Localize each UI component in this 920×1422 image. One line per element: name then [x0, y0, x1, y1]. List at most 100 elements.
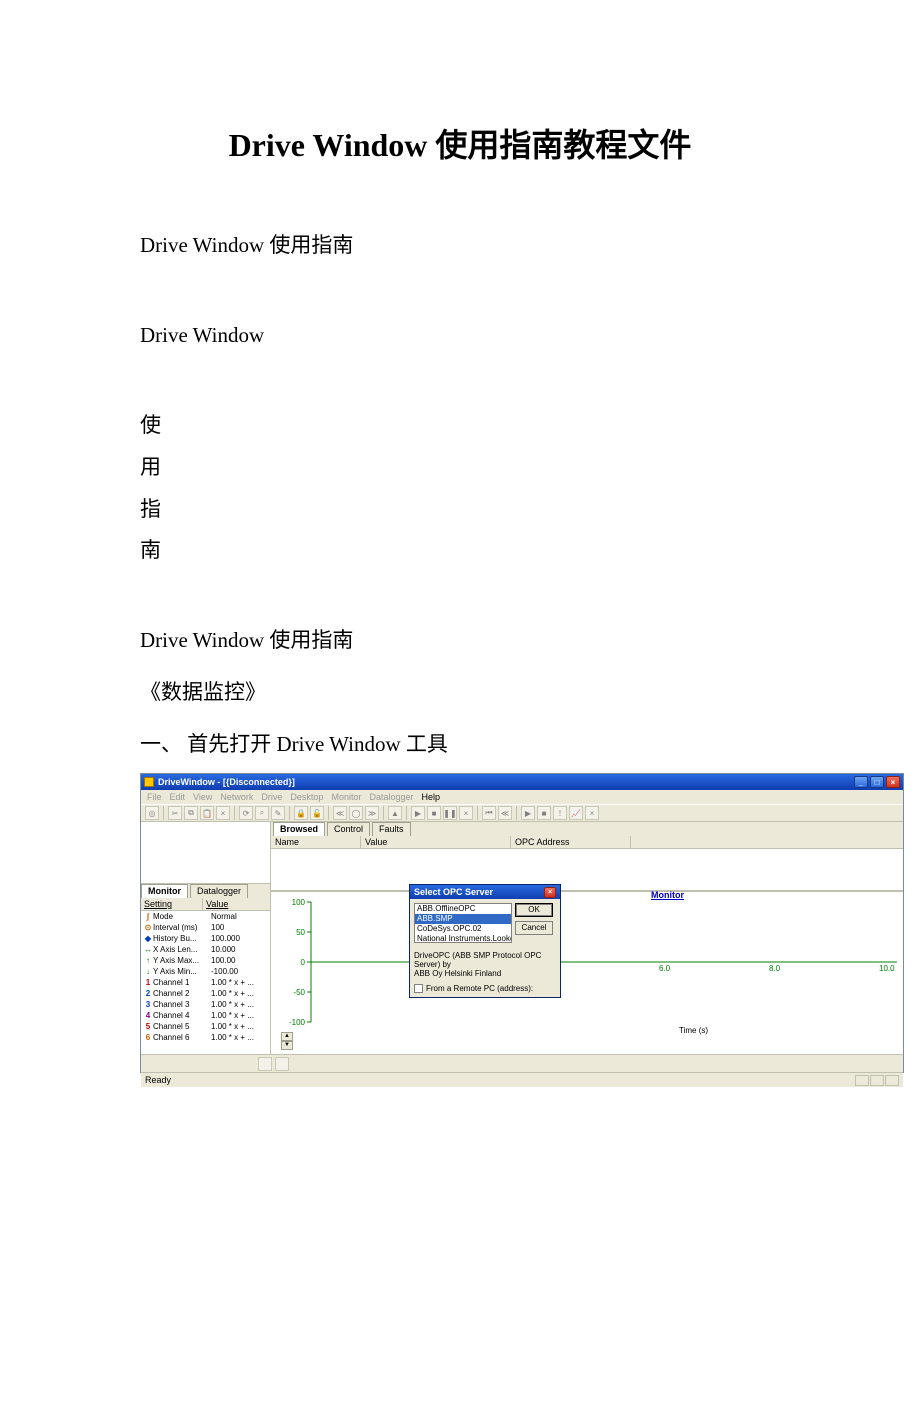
tb-find-icon[interactable]: ⌕	[255, 806, 269, 820]
dialog-title: Select OPC Server	[414, 887, 493, 897]
tb-paste-icon[interactable]: 📋	[200, 806, 214, 820]
settings-row[interactable]: ∫ModeNormal	[141, 911, 270, 922]
remote-pc-label: From a Remote PC (address):	[426, 984, 533, 993]
titlebar: DriveWindow - [{Disconnected}] _ □ ×	[141, 774, 903, 790]
status-box-2	[870, 1075, 884, 1086]
close-button[interactable]: ×	[886, 776, 900, 788]
menu-monitor[interactable]: Monitor	[331, 792, 361, 802]
bt-btn-1[interactable]	[258, 1057, 272, 1071]
settings-row[interactable]: ◆History Bu...100.000	[141, 933, 270, 944]
tab-monitor[interactable]: Monitor	[141, 884, 188, 898]
settings-row[interactable]: ⊙Interval (ms)100	[141, 922, 270, 933]
right-panel: Browsed Control Faults Name Value OPC Ad…	[271, 822, 903, 1054]
subtitle-2: Drive Window 使用指南	[140, 621, 820, 661]
settings-row[interactable]: 3Channel 31.00 * x + ...	[141, 999, 270, 1010]
cancel-button[interactable]: Cancel	[515, 921, 553, 935]
tab-control[interactable]: Control	[327, 822, 370, 836]
tab-datalogger[interactable]: Datalogger	[190, 884, 248, 898]
menu-file[interactable]: File	[147, 792, 162, 802]
tb-copy-icon[interactable]: ⧉	[184, 806, 198, 820]
col-value[interactable]: Value	[203, 898, 270, 910]
chapter-title: 《数据监控》	[140, 673, 820, 713]
grid-body[interactable]	[271, 849, 903, 891]
settings-row[interactable]: 4Channel 41.00 * x + ...	[141, 1010, 270, 1021]
chart-spinner[interactable]: ▲ ▼	[281, 1032, 293, 1050]
menu-view[interactable]: View	[193, 792, 212, 802]
settings-row[interactable]: 6Channel 61.00 * x + ...	[141, 1032, 270, 1043]
step-1: 一、 首先打开 Drive Window 工具	[140, 725, 820, 765]
tb-clear2-icon[interactable]: ×	[585, 806, 599, 820]
tb-cut-icon[interactable]: ✂	[168, 806, 182, 820]
dialog-desc-1: DriveOPC (ABB SMP Protocol OPC Server) b…	[414, 951, 556, 969]
status-text: Ready	[145, 1075, 171, 1085]
tb-play2-icon[interactable]: ▶	[521, 806, 535, 820]
tb-unlock-icon[interactable]: 🔓	[310, 806, 324, 820]
tb-warn-icon[interactable]: !	[553, 806, 567, 820]
tb-stop2-icon[interactable]: ■	[537, 806, 551, 820]
spinner-up-icon[interactable]: ▲	[281, 1032, 293, 1041]
tb-refresh-icon[interactable]: ⟳	[239, 806, 253, 820]
opc-server-item[interactable]: National Instruments.Lookout	[415, 934, 511, 943]
menu-datalogger[interactable]: Datalogger	[369, 792, 413, 802]
dialog-desc-2: ABB Oy Helsinki Finland	[414, 969, 556, 978]
settings-row[interactable]: 1Channel 11.00 * x + ...	[141, 977, 270, 988]
x-axis-title: Time (s)	[679, 1026, 708, 1035]
settings-row[interactable]: ↓Y Axis Min...-100.00	[141, 966, 270, 977]
status-box-1	[855, 1075, 869, 1086]
opc-server-item[interactable]: ABB.SMP	[415, 914, 511, 924]
opc-server-list[interactable]: ABB.OfflineOPCABB.SMPCoDeSys.OPC.02Natio…	[414, 903, 512, 943]
opc-server-item[interactable]: CoDeSys.OPC.02	[415, 924, 511, 934]
opc-server-item[interactable]: ABB.OfflineOPC	[415, 904, 511, 914]
menu-drive[interactable]: Drive	[261, 792, 282, 802]
grid-col-name[interactable]: Name	[271, 836, 361, 848]
app-icon	[144, 777, 154, 787]
opc-dialog: Select OPC Server × ABB.OfflineOPCABB.SM…	[409, 884, 561, 998]
status-box-3	[885, 1075, 899, 1086]
chart-area[interactable]: Monitor 100 50 0 -50 -100 6.0 8.0 10.0	[271, 891, 903, 1054]
menu-help[interactable]: Help	[422, 792, 441, 802]
tb-clear-icon[interactable]: ×	[459, 806, 473, 820]
tb-back-icon[interactable]: ≪	[498, 806, 512, 820]
x-tick-1: 8.0	[769, 964, 780, 973]
tab-faults[interactable]: Faults	[372, 822, 411, 836]
menu-desktop[interactable]: Desktop	[290, 792, 323, 802]
tb-open-icon[interactable]: ◎	[145, 806, 159, 820]
tb-prev-icon[interactable]: ≪	[333, 806, 347, 820]
dialog-close-button[interactable]: ×	[544, 887, 556, 898]
remote-pc-checkbox[interactable]	[414, 984, 423, 993]
settings-row[interactable]: ↔X Axis Len...10.000	[141, 944, 270, 955]
tb-prop-icon[interactable]: ✎	[271, 806, 285, 820]
y-tick-0: 100	[275, 898, 305, 907]
grid-col-opc[interactable]: OPC Address	[511, 836, 631, 848]
grid-col-value[interactable]: Value	[361, 836, 511, 848]
tb-first-icon[interactable]: ⏮	[482, 806, 496, 820]
tb-up-icon[interactable]: ▲	[388, 806, 402, 820]
left-panel: Monitor Datalogger Setting Value ∫ModeNo…	[141, 822, 271, 1054]
vert-char-3: 指	[140, 490, 820, 530]
vert-char-2: 用	[140, 448, 820, 488]
tb-next-icon[interactable]: ≫	[365, 806, 379, 820]
settings-row[interactable]: 2Channel 21.00 * x + ...	[141, 988, 270, 999]
spinner-down-icon[interactable]: ▼	[281, 1041, 293, 1050]
tb-pause2-icon[interactable]: ❚❚	[443, 806, 457, 820]
vert-char-1: 使	[140, 406, 820, 446]
col-setting[interactable]: Setting	[141, 898, 203, 910]
tab-browsed[interactable]: Browsed	[273, 822, 325, 836]
minimize-button[interactable]: _	[854, 776, 868, 788]
tb-delete-icon[interactable]: ×	[216, 806, 230, 820]
tb-play-icon[interactable]: ▶	[411, 806, 425, 820]
tb-lock-icon[interactable]: 🔒	[294, 806, 308, 820]
product-name: Drive Window	[140, 316, 820, 356]
menu-edit[interactable]: Edit	[170, 792, 186, 802]
y-tick-1: 50	[275, 928, 305, 937]
tree-view[interactable]	[141, 822, 270, 884]
settings-row[interactable]: 5Channel 51.00 * x + ...	[141, 1021, 270, 1032]
menu-network[interactable]: Network	[220, 792, 253, 802]
ok-button[interactable]: OK	[515, 903, 553, 917]
maximize-button[interactable]: □	[870, 776, 884, 788]
tb-pause1-icon[interactable]: ■	[427, 806, 441, 820]
tb-chart-icon[interactable]: 📈	[569, 806, 583, 820]
bt-btn-2[interactable]	[275, 1057, 289, 1071]
tb-stop-icon[interactable]: ◯	[349, 806, 363, 820]
settings-row[interactable]: ↑Y Axis Max...100.00	[141, 955, 270, 966]
